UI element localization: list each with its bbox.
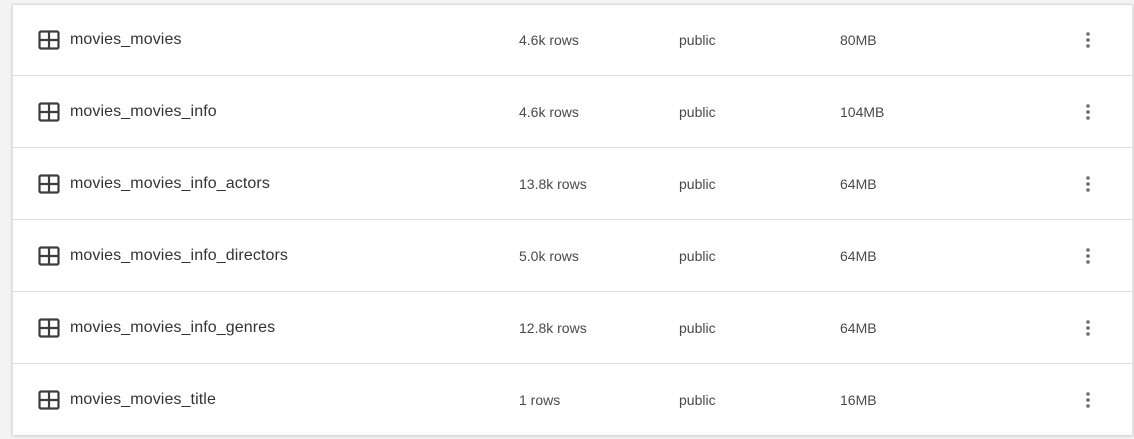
schema-name: public bbox=[679, 175, 716, 192]
table-list: movies_movies 4.6k rows public 80MB movi… bbox=[12, 4, 1133, 435]
table-name[interactable]: movies_movies_info bbox=[70, 103, 217, 121]
table-row[interactable]: movies_movies_title 1 rows public 16MB bbox=[13, 364, 1132, 435]
table-icon bbox=[38, 245, 60, 266]
table-icon bbox=[38, 389, 60, 410]
row-count: 4.6k rows bbox=[519, 31, 579, 48]
table-row[interactable]: movies_movies_info_actors 13.8k rows pub… bbox=[13, 148, 1132, 220]
table-name[interactable]: movies_movies_info_directors bbox=[70, 247, 288, 265]
schema-name: public bbox=[679, 319, 716, 336]
more-vert-icon[interactable] bbox=[1076, 316, 1100, 340]
table-name-cell: movies_movies_info_genres bbox=[13, 317, 507, 338]
table-row[interactable]: movies_movies 4.6k rows public 80MB bbox=[13, 4, 1132, 76]
more-vert-icon[interactable] bbox=[1076, 28, 1100, 52]
table-icon bbox=[38, 29, 60, 50]
table-name-cell: movies_movies_info bbox=[13, 101, 507, 122]
more-vert-icon[interactable] bbox=[1076, 100, 1100, 124]
schema-name: public bbox=[679, 391, 716, 408]
table-name[interactable]: movies_movies bbox=[70, 31, 182, 49]
schema-name: public bbox=[679, 247, 716, 264]
row-count: 13.8k rows bbox=[519, 175, 587, 192]
more-vert-icon[interactable] bbox=[1076, 388, 1100, 412]
table-icon bbox=[38, 173, 60, 194]
table-name-cell: movies_movies bbox=[13, 29, 507, 50]
table-size: 64MB bbox=[840, 175, 877, 192]
row-count: 1 rows bbox=[519, 391, 561, 408]
table-row[interactable]: movies_movies_info_genres 12.8k rows pub… bbox=[13, 292, 1132, 364]
table-name-cell: movies_movies_info_actors bbox=[13, 173, 507, 194]
table-size: 104MB bbox=[840, 103, 885, 120]
row-count: 5.0k rows bbox=[519, 247, 579, 264]
table-name-cell: movies_movies_info_directors bbox=[13, 245, 507, 266]
table-size: 16MB bbox=[840, 391, 877, 408]
table-icon bbox=[38, 317, 60, 338]
table-size: 64MB bbox=[840, 247, 877, 264]
more-vert-icon[interactable] bbox=[1076, 244, 1100, 268]
table-icon bbox=[38, 101, 60, 122]
table-name-cell: movies_movies_title bbox=[13, 389, 507, 410]
table-size: 64MB bbox=[840, 319, 877, 336]
table-row[interactable]: movies_movies_info_directors 5.0k rows p… bbox=[13, 220, 1132, 292]
schema-name: public bbox=[679, 31, 716, 48]
table-row[interactable]: movies_movies_info 4.6k rows public 104M… bbox=[13, 76, 1132, 148]
table-size: 80MB bbox=[840, 31, 877, 48]
table-name[interactable]: movies_movies_info_genres bbox=[70, 319, 275, 337]
table-name[interactable]: movies_movies_info_actors bbox=[70, 175, 270, 193]
more-vert-icon[interactable] bbox=[1076, 172, 1100, 196]
schema-name: public bbox=[679, 103, 716, 120]
row-count: 12.8k rows bbox=[519, 319, 587, 336]
row-count: 4.6k rows bbox=[519, 103, 579, 120]
table-name[interactable]: movies_movies_title bbox=[70, 391, 216, 409]
